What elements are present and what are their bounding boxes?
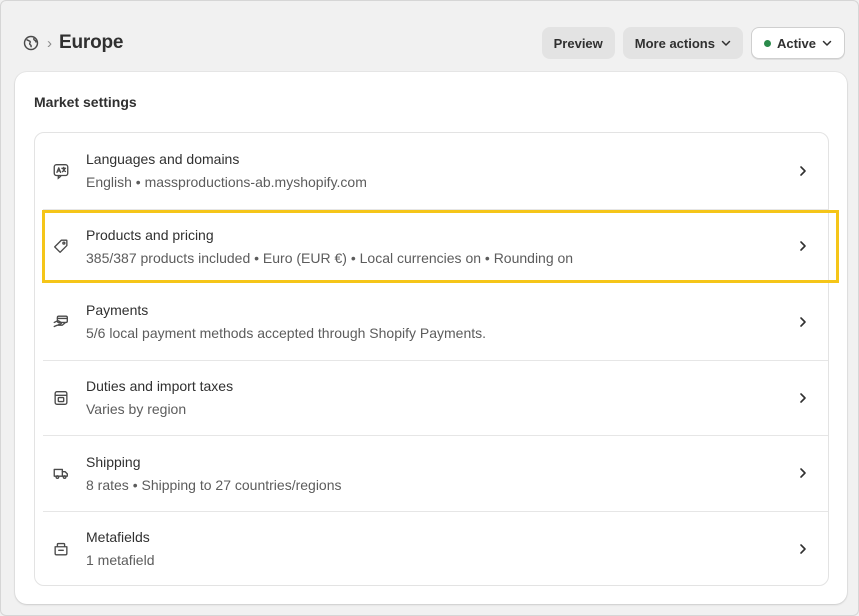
chevron-right-icon	[796, 164, 810, 178]
row-subtitle: 5/6 local payment methods accepted throu…	[86, 325, 487, 342]
chevron-right-icon	[796, 542, 810, 556]
delivery-truck-icon	[51, 463, 71, 483]
chevron-right-icon	[796, 315, 810, 329]
settings-row-duties-and-import-taxes[interactable]: Duties and import taxes Varies by region	[35, 359, 828, 436]
market-settings-card: Market settings Languages and domains En…	[15, 72, 847, 604]
settings-row-metafields[interactable]: Metafields 1 metafield	[35, 510, 828, 587]
header-actions: Preview More actions Active	[541, 27, 845, 59]
settings-row-languages-and-domains[interactable]: Languages and domains English • massprod…	[35, 133, 828, 209]
page-header: › Europe Preview More actions Active	[20, 26, 845, 60]
status-dropdown[interactable]: Active	[750, 27, 845, 59]
globe-icon[interactable]	[20, 32, 42, 54]
chevron-right-icon	[796, 466, 810, 480]
translate-icon	[51, 161, 71, 181]
receipt-tax-icon	[51, 388, 71, 408]
preview-button-label: Preview	[553, 35, 603, 51]
preview-button[interactable]: Preview	[541, 27, 615, 59]
row-subtitle: English • massproductions-ab.myshopify.c…	[86, 174, 367, 191]
row-title: Payments	[86, 302, 149, 319]
page-title: Europe	[59, 32, 124, 53]
row-title: Languages and domains	[86, 151, 240, 168]
more-actions-button[interactable]: More actions	[622, 27, 743, 59]
more-actions-label: More actions	[634, 35, 715, 51]
settings-list: Languages and domains English • massprod…	[34, 132, 839, 587]
payment-hand-icon	[51, 312, 71, 332]
row-title: Metafields	[86, 529, 150, 546]
row-subtitle: Varies by region	[86, 401, 187, 418]
row-subtitle: 385/387 products included • Euro (EUR €)…	[86, 249, 574, 266]
settings-row-shipping[interactable]: Shipping 8 rates • Shipping to 27 countr…	[35, 435, 828, 511]
row-title: Products and pricing	[86, 226, 214, 243]
chevron-right-icon	[796, 391, 810, 405]
card-title: Market settings	[34, 94, 137, 110]
metafield-icon	[51, 539, 71, 559]
breadcrumb-separator: ›	[47, 34, 52, 52]
chevron-right-icon	[796, 239, 810, 253]
status-dot-icon	[763, 39, 771, 47]
settings-row-products-and-pricing[interactable]: Products and pricing 385/387 products in…	[35, 208, 839, 285]
row-subtitle: 8 rates • Shipping to 27 countries/regio…	[86, 476, 342, 493]
row-subtitle: 1 metafield	[86, 552, 155, 569]
status-label: Active	[776, 35, 816, 51]
price-tag-icon	[51, 236, 71, 256]
row-title: Shipping	[86, 453, 141, 470]
chevron-down-icon	[822, 38, 832, 48]
row-title: Duties and import taxes	[86, 378, 234, 395]
settings-row-payments[interactable]: Payments 5/6 local payment methods accep…	[35, 284, 828, 360]
chevron-down-icon	[721, 38, 731, 48]
